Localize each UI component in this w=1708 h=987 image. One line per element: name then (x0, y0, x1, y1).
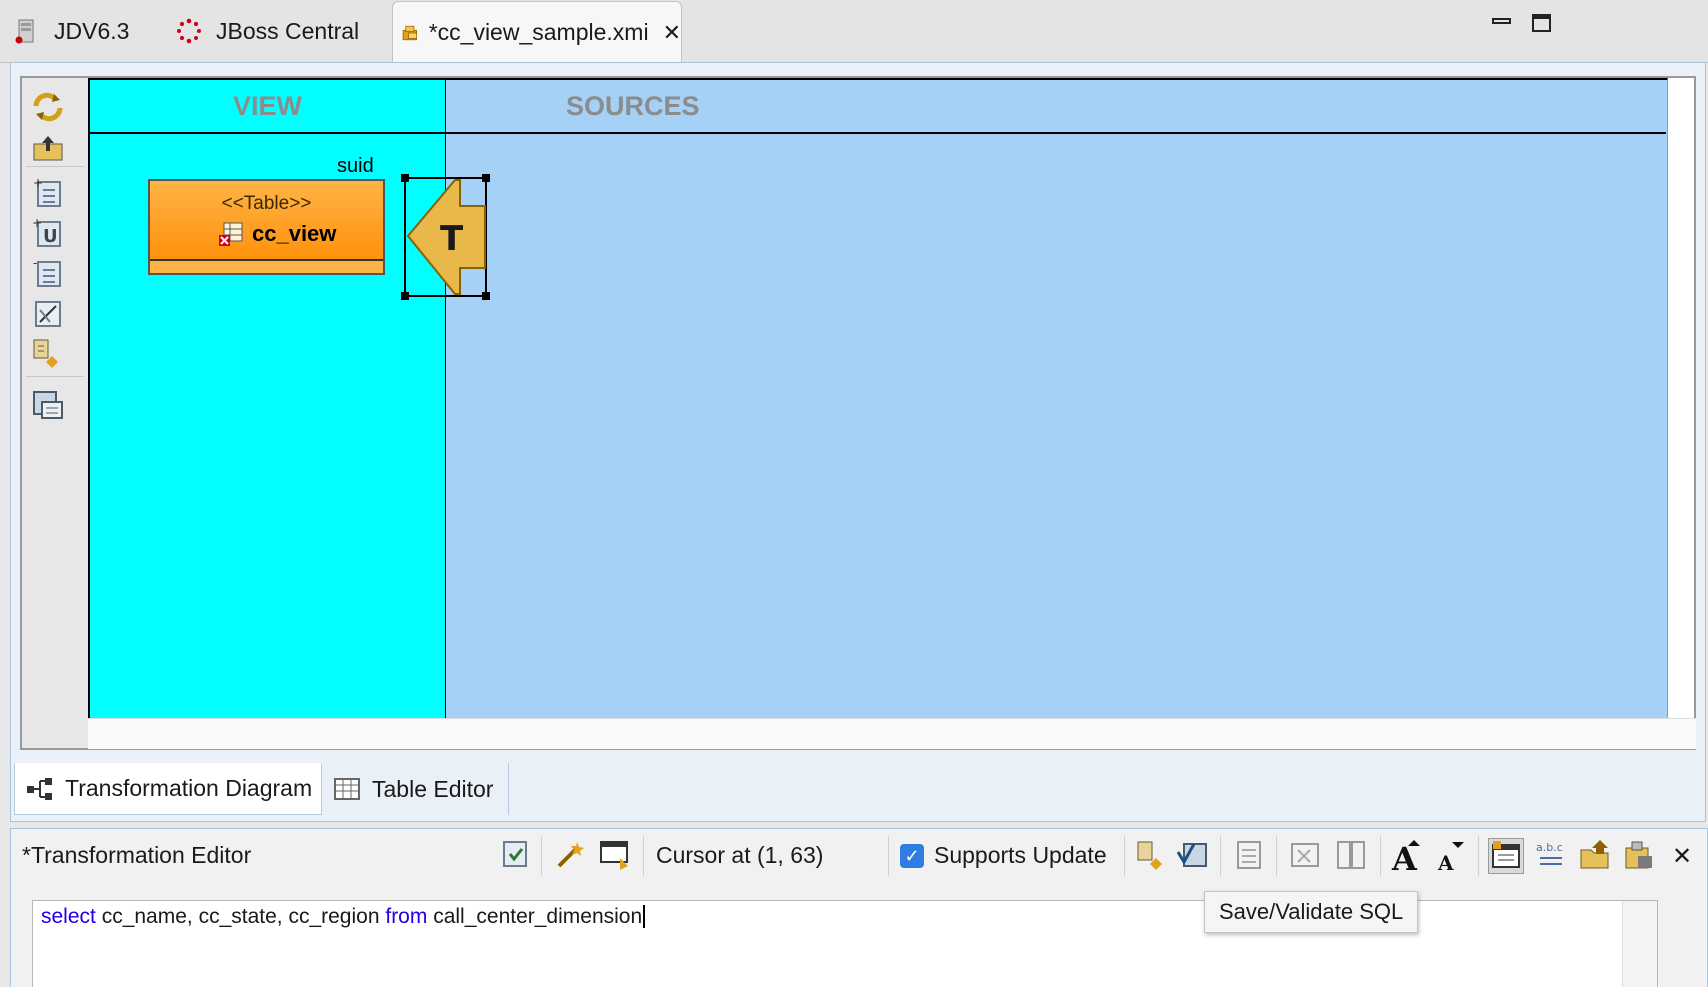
expression-builder-icon[interactable] (1288, 838, 1322, 872)
server-icon (15, 19, 34, 44)
font-decrease-icon[interactable]: A (1434, 838, 1468, 872)
remove-source-icon[interactable]: - (30, 256, 66, 290)
tab-label: JBoss Central (216, 17, 360, 44)
wizard-icon[interactable] (553, 838, 587, 872)
view-column: VIEW (88, 78, 447, 718)
tab-table-editor[interactable]: Table Editor (332, 763, 509, 815)
tab-jboss-central[interactable]: JBoss Central (176, 0, 359, 62)
reconcile-icon[interactable] (30, 336, 66, 370)
svg-text:U: U (43, 226, 58, 247)
validate-icon[interactable] (500, 838, 534, 872)
show-sql-editor-icon[interactable] (1488, 838, 1524, 874)
table-error-icon (219, 222, 243, 246)
font-increase-icon[interactable]: A (1390, 838, 1424, 872)
svg-text:T: T (440, 219, 464, 259)
table-name: cc_view (252, 221, 337, 246)
up-package-icon[interactable] (30, 132, 66, 166)
diagram-tree-icon (27, 777, 52, 800)
supports-update-checkbox[interactable]: ✓ Supports Update (900, 842, 1107, 869)
save-validate-sql-icon[interactable] (1176, 838, 1210, 872)
supports-update-label: Supports Update (934, 842, 1107, 868)
criteria-builder-icon[interactable] (1232, 838, 1266, 872)
optimize-sql-icon[interactable]: a.b.c (1534, 838, 1568, 872)
jboss-icon (177, 18, 201, 44)
tab-cc-view-sample[interactable]: *cc_view_sample.xmi ✕ (392, 1, 682, 63)
import-sql-icon[interactable] (1578, 838, 1612, 872)
horizontal-scrollbar[interactable] (88, 718, 1696, 749)
transformation-node[interactable]: T (400, 170, 492, 302)
refresh-diagram-icon[interactable] (30, 90, 66, 124)
table-annotation: suid (337, 155, 374, 177)
reconcile-icon[interactable] (1134, 838, 1168, 872)
svg-text:+: + (32, 216, 42, 230)
minimize-icon[interactable] (1492, 14, 1512, 32)
view-header: VIEW (90, 80, 445, 134)
tooltip: Save/Validate SQL (1204, 891, 1419, 933)
model-package-icon (402, 25, 418, 40)
add-union-icon[interactable]: U + (30, 216, 66, 250)
tab-jdv63[interactable]: JDV6.3 (14, 0, 129, 62)
sources-column: SOURCES (446, 78, 1668, 718)
tab-label: *cc_view_sample.xmi (428, 19, 649, 45)
edit-mapping-icon[interactable] (30, 296, 66, 330)
vertical-scrollbar[interactable] (1622, 901, 1657, 987)
checkbox-checked-icon[interactable]: ✓ (900, 843, 924, 868)
close-icon[interactable]: ✕ (1672, 842, 1692, 871)
table-grid-icon (334, 778, 360, 800)
save-diagram-icon[interactable] (30, 388, 66, 422)
transformation-editor-title: *Transformation Editor (22, 842, 252, 868)
close-icon[interactable]: ✕ (663, 20, 681, 46)
svg-text:-: - (33, 256, 37, 270)
tab-label: Table Editor (372, 775, 494, 802)
table-node-cc-view[interactable]: <<Table>> cc_view (148, 179, 385, 275)
tab-transformation-diagram[interactable]: Transformation Diagram (14, 763, 322, 815)
cursor-position-status: Cursor at (1, 63) (656, 842, 824, 868)
sql-format-icon[interactable] (1334, 838, 1368, 872)
preview-icon[interactable] (598, 838, 632, 872)
diagram-palette: + U + - (22, 78, 89, 748)
sql-text[interactable]: select cc_name, cc_state, cc_region from… (41, 905, 646, 929)
table-stereotype: <<Table>> (221, 193, 312, 214)
svg-text:a.b.c: a.b.c (1536, 841, 1563, 854)
svg-text:A: A (1437, 851, 1454, 872)
tab-label: JDV6.3 (54, 17, 130, 44)
export-sql-icon[interactable] (1622, 838, 1656, 872)
sources-header: SOURCES (446, 80, 1666, 134)
add-source-icon[interactable]: + (30, 176, 66, 210)
text-caret: ​ (643, 905, 646, 928)
maximize-icon[interactable] (1532, 14, 1552, 32)
svg-text:+: + (33, 176, 43, 190)
tab-label: Transformation Diagram (65, 775, 313, 801)
